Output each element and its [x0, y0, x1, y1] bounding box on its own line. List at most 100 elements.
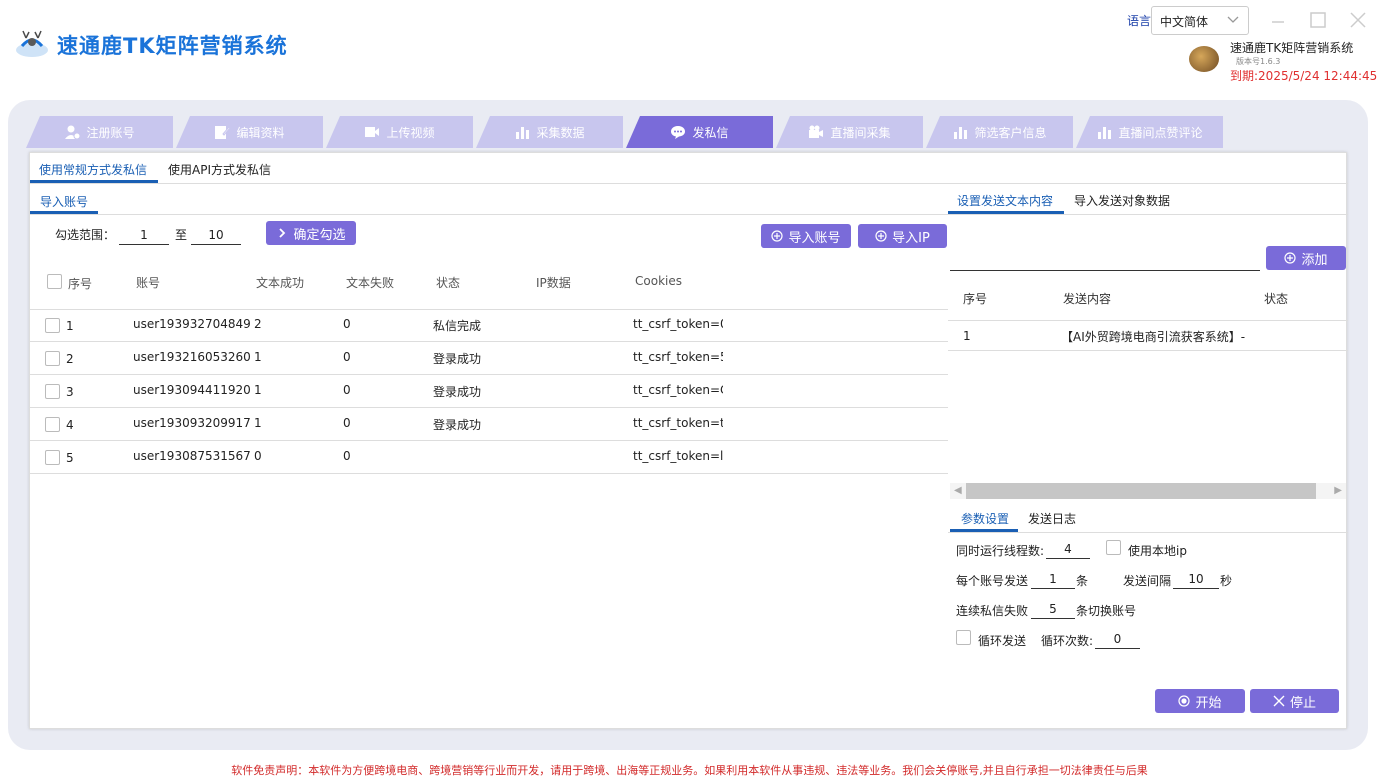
scroll-right-icon[interactable]: ▶ [1334, 485, 1342, 496]
row-checkbox[interactable] [45, 450, 60, 465]
language-select[interactable]: 中文简体 [1151, 6, 1249, 35]
row-cookies: tt_csrf_token=0 [633, 317, 723, 331]
avatar [1189, 46, 1219, 72]
plus-circle-icon [1284, 252, 1297, 264]
row-checkbox[interactable] [45, 318, 60, 333]
tab-label: 编辑资料 [236, 125, 285, 140]
row-status: 登录成功 [433, 352, 482, 366]
loop-send-label: 循环发送 [978, 634, 1027, 648]
subtab-normal-dm[interactable]: 使用常规方式发私信 [39, 161, 147, 178]
tab-collect-data[interactable]: 采集数据 [476, 116, 623, 148]
use-local-ip-checkbox[interactable] [1106, 540, 1121, 555]
divider [948, 532, 1348, 533]
row-account: user193216053260 [133, 350, 251, 364]
row-cookies: tt_csrf_token=C [633, 383, 723, 397]
select-all-checkbox[interactable] [47, 274, 62, 289]
row-no: 2 [66, 352, 74, 366]
start-button[interactable]: 开始 [1155, 689, 1245, 713]
range-to-label: 至 [175, 228, 188, 242]
threads-label: 同时运行线程数: [956, 544, 1045, 558]
tab-send-dm[interactable]: 发私信 [626, 116, 773, 148]
row-no: 4 [66, 418, 74, 432]
threads-input[interactable]: 4 [1046, 539, 1090, 559]
row-cookies: tt_csrf_token=5 [633, 350, 723, 364]
col-send-content: 发送内容 [1063, 292, 1112, 306]
col-status: 状态 [1264, 292, 1289, 306]
tab-live-room-like-comment[interactable]: 直播间点赞评论 [1076, 116, 1223, 148]
bar-chart-icon [1098, 127, 1112, 139]
row-text-fail: 0 [343, 449, 351, 463]
col-account: 账号 [136, 276, 161, 290]
import-ip-button[interactable]: 导入IP [858, 224, 947, 248]
row-divider [30, 473, 948, 474]
tab-upload-video[interactable]: 上传视频 [326, 116, 473, 148]
confirm-select-label: 确定勾选 [293, 227, 346, 243]
bar-chart-icon [516, 127, 530, 139]
app-title: 速通鹿TK矩阵营销系统 [57, 34, 288, 58]
col-no: 序号 [963, 292, 988, 306]
fail-switch-input[interactable]: 5 [1031, 599, 1075, 619]
tab-send-log[interactable]: 发送日志 [1028, 510, 1076, 527]
per-account-input[interactable]: 1 [1031, 569, 1075, 589]
tab-live-room-collect[interactable]: 直播间采集 [776, 116, 923, 148]
row-content: 【AI外贸跨境电商引流获客系统】- [1061, 330, 1246, 344]
row-account: user193094411920 [133, 383, 251, 397]
stop-button[interactable]: 停止 [1250, 689, 1339, 713]
row-checkbox[interactable] [45, 417, 60, 432]
tab-import-accounts[interactable]: 导入账号 [40, 193, 88, 210]
interval-input[interactable]: 10 [1173, 569, 1219, 589]
scroll-thumb[interactable] [966, 483, 1316, 499]
range-from-input[interactable]: 1 [119, 225, 169, 245]
plus-circle-icon [771, 230, 784, 242]
row-divider [30, 440, 948, 441]
row-checkbox[interactable] [45, 384, 60, 399]
row-text-success: 1 [254, 383, 262, 397]
confirm-select-button[interactable]: 确定勾选 [266, 221, 356, 245]
tab-filter-customers[interactable]: 筛选客户信息 [926, 116, 1073, 148]
tab-edit-profile[interactable]: 编辑资料 [176, 116, 323, 148]
per-account-label: 每个账号发送 [956, 574, 1029, 588]
row-no: 3 [66, 385, 74, 399]
chevron-down-icon [1227, 16, 1239, 23]
tab-import-targets[interactable]: 导入发送对象数据 [1074, 192, 1170, 209]
user-add-icon [65, 125, 81, 140]
app-header: 速通鹿TK矩阵营销系统 语言 中文简体 速通鹿TK矩阵营销系统 版本号1.6.3… [0, 0, 1379, 100]
send-text-input[interactable] [950, 251, 1260, 271]
row-text-fail: 0 [343, 416, 351, 430]
close-icon [1273, 695, 1285, 707]
loop-send-checkbox[interactable] [956, 630, 971, 645]
plus-circle-icon [875, 230, 887, 242]
row-cookies: tt_csrf_token=lx [633, 449, 723, 463]
scroll-left-icon[interactable]: ◀ [954, 485, 962, 496]
row-divider [30, 374, 948, 375]
expire-date: 到期:2025/5/24 12:44:45 [1230, 69, 1378, 83]
import-account-label: 导入账号 [788, 230, 841, 246]
tab-param-settings[interactable]: 参数设置 [961, 510, 1009, 527]
subtab-api-dm[interactable]: 使用API方式发私信 [168, 161, 271, 178]
minimize-icon[interactable] [1268, 10, 1288, 30]
video-upload-icon [365, 127, 380, 137]
row-text-fail: 0 [343, 383, 351, 397]
tab-set-send-text[interactable]: 设置发送文本内容 [957, 192, 1053, 209]
maximize-icon[interactable] [1308, 10, 1328, 30]
import-account-button[interactable]: 导入账号 [761, 224, 851, 248]
row-account: user193087531567 [133, 449, 251, 463]
start-label: 开始 [1195, 695, 1222, 711]
col-text-success: 文本成功 [256, 276, 305, 290]
horizontal-scrollbar[interactable]: ◀ ▶ [950, 483, 1346, 499]
deer-logo-icon [16, 30, 48, 57]
add-text-button[interactable]: 添加 [1266, 246, 1346, 270]
loop-count-label: 循环次数: [1041, 634, 1094, 648]
tab-register-account[interactable]: 注册账号 [26, 116, 173, 148]
divider [30, 214, 948, 215]
per-account-unit: 条 [1076, 574, 1089, 588]
disclaimer-text: 软件免责声明：本软件为方便跨境电商、跨境营销等行业而开发，请用于跨境、出海等正规… [231, 764, 1148, 777]
loop-count-input[interactable]: 0 [1095, 629, 1140, 649]
row-text-fail: 0 [343, 317, 351, 331]
row-status: 私信完成 [433, 319, 482, 333]
close-icon[interactable] [1348, 10, 1368, 30]
user-name: 速通鹿TK矩阵营销系统 [1230, 41, 1354, 55]
range-to-input[interactable]: 10 [191, 225, 241, 245]
row-checkbox[interactable] [45, 351, 60, 366]
row-cookies: tt_csrf_token=ta [633, 416, 723, 430]
